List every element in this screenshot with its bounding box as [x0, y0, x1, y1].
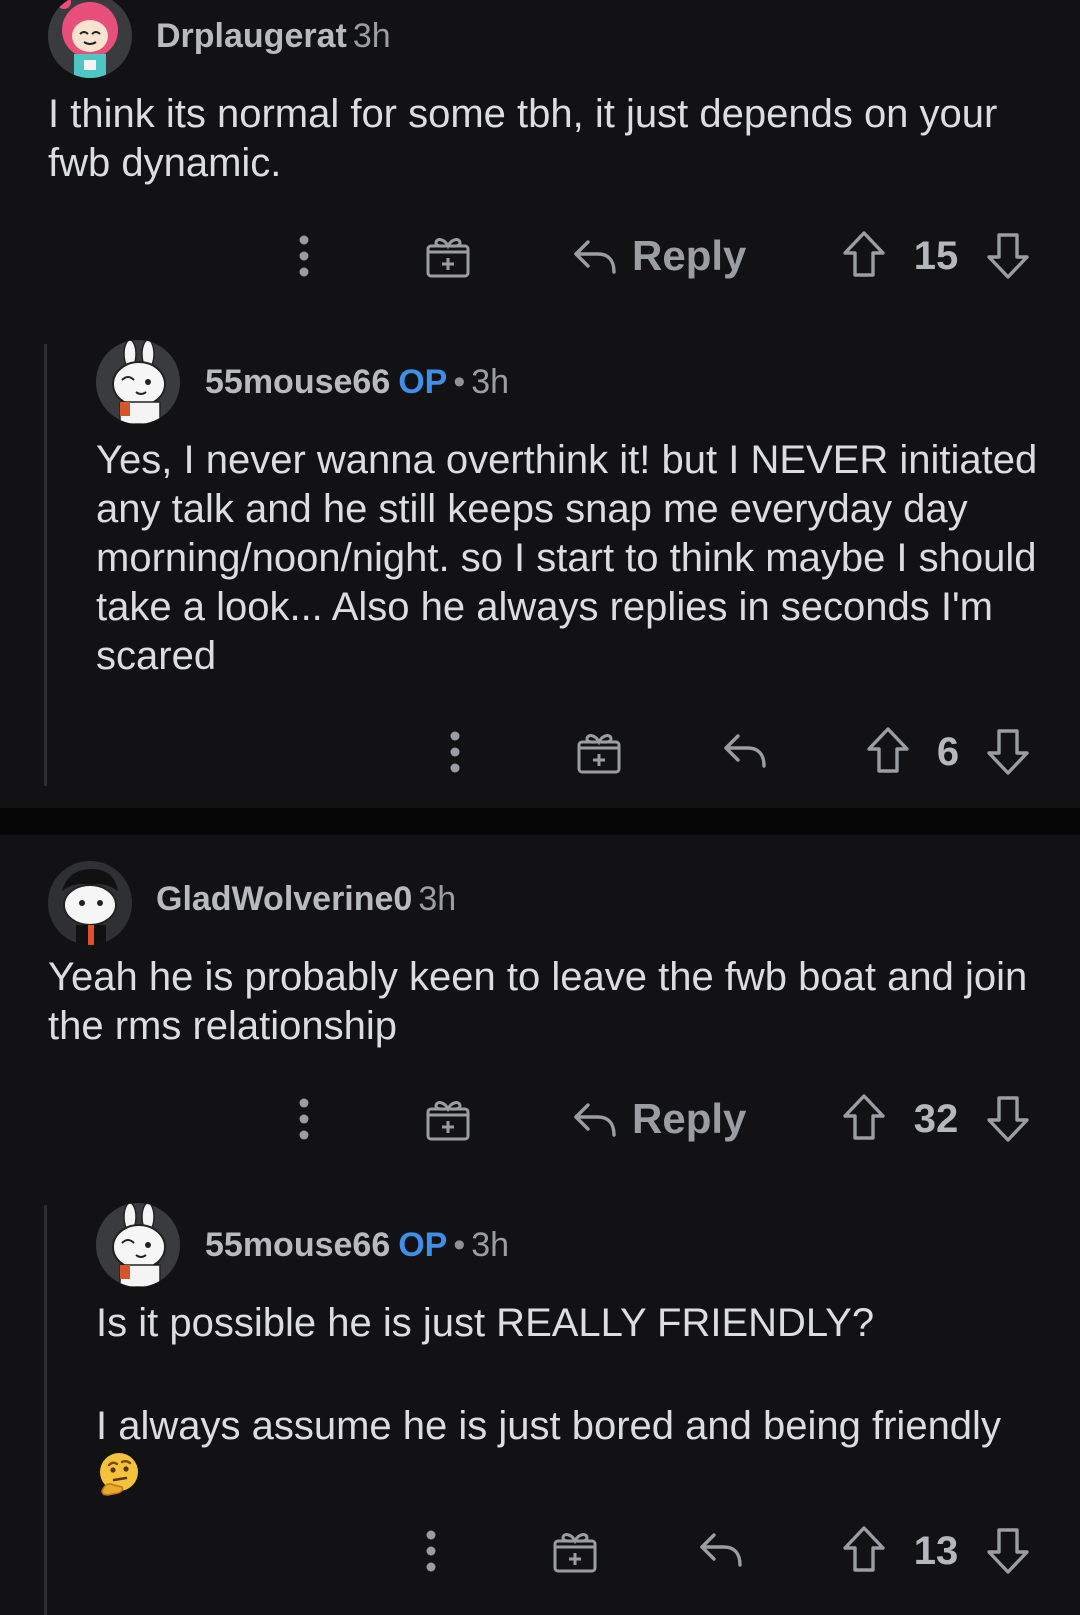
- comment-text: I think its normal for some tbh, it just…: [48, 92, 998, 185]
- thread-separator: [0, 808, 1080, 835]
- bunny-avatar-icon: [96, 1203, 180, 1287]
- upvote-button[interactable]: [842, 230, 886, 278]
- downvote-icon: [986, 728, 1030, 776]
- award-gift-icon: [424, 1095, 472, 1143]
- award-gift-icon: [575, 728, 623, 776]
- reply-arrow-icon: [696, 1529, 744, 1569]
- upvote-icon: [866, 726, 910, 774]
- timestamp: 3h: [418, 880, 457, 918]
- downvote-icon: [986, 1095, 1030, 1143]
- username[interactable]: Drplaugerat: [156, 17, 347, 55]
- upvote-button[interactable]: [842, 1525, 886, 1573]
- comment-meta: Drplaugerat 3h: [156, 16, 391, 56]
- comment-body: I think its normal for some tbh, it just…: [48, 90, 1048, 188]
- more-options-button[interactable]: [449, 730, 461, 774]
- username[interactable]: 55mouse66: [205, 363, 390, 401]
- op-badge: OP: [398, 363, 448, 401]
- comment-actions: Reply 32: [0, 1089, 1080, 1149]
- reply-arrow-icon: [570, 1099, 618, 1139]
- comment-thread: Drplaugerat 3h I think its normal for som…: [0, 0, 1080, 808]
- pink-hair-avatar-icon: [48, 0, 132, 78]
- reply-button[interactable]: Reply: [570, 1095, 746, 1143]
- upvote-icon: [842, 1525, 886, 1573]
- comment-meta: 55mouse66 OP • 3h: [205, 362, 509, 402]
- more-options-icon: [449, 730, 461, 774]
- comment-text: I always assume he is just bored and bei…: [96, 1402, 1046, 1501]
- comment-thread: GladWolverine0 3h Yeah he is probably kee…: [0, 835, 1080, 1615]
- award-button[interactable]: [424, 232, 472, 280]
- dark-hair-avatar-icon: [48, 861, 132, 945]
- vote-count: 6: [936, 730, 960, 774]
- timestamp: 3h: [352, 17, 391, 55]
- comment-text: Yes, I never wanna overthink it! but I N…: [96, 438, 1038, 678]
- reply-label: Reply: [632, 1095, 747, 1142]
- award-gift-icon: [424, 232, 472, 280]
- award-gift-icon: [551, 1527, 599, 1575]
- op-badge: OP: [398, 1226, 448, 1264]
- reply-button[interactable]: [696, 1529, 744, 1569]
- downvote-button[interactable]: [986, 1527, 1030, 1575]
- bunny-avatar-icon: [96, 340, 180, 424]
- upvote-button[interactable]: [842, 1093, 886, 1141]
- avatar[interactable]: [48, 861, 132, 945]
- upvote-button[interactable]: [866, 726, 910, 774]
- timestamp: 3h: [471, 1226, 510, 1264]
- downvote-button[interactable]: [986, 728, 1030, 776]
- upvote-icon: [842, 1093, 886, 1141]
- comment-meta: 55mouse66 OP • 3h: [205, 1225, 509, 1265]
- reply-arrow-icon: [720, 730, 768, 770]
- avatar[interactable]: [96, 340, 180, 424]
- username[interactable]: 55mouse66: [205, 1226, 390, 1264]
- more-options-icon: [298, 234, 310, 278]
- comment-actions: Reply 15: [0, 226, 1080, 286]
- vote-count: 32: [913, 1097, 959, 1141]
- timestamp: 3h: [471, 363, 510, 401]
- comment-body: Is it possible he is just REALLY FRIENDL…: [96, 1299, 1046, 1501]
- more-options-button[interactable]: [425, 1529, 437, 1573]
- comment-text: Is it possible he is just REALLY FRIENDL…: [96, 1301, 875, 1345]
- thread-line[interactable]: [44, 344, 47, 786]
- thinking-face-emoji: [96, 1451, 142, 1497]
- award-button[interactable]: [575, 728, 623, 776]
- comment-text: Yeah he is probably keen to leave the fw…: [48, 955, 1028, 1048]
- downvote-button[interactable]: [986, 1095, 1030, 1143]
- avatar[interactable]: [48, 0, 132, 78]
- reply-label: Reply: [632, 232, 747, 279]
- comment-body: Yes, I never wanna overthink it! but I N…: [96, 436, 1046, 681]
- username[interactable]: GladWolverine0: [156, 880, 412, 918]
- downvote-icon: [986, 232, 1030, 280]
- more-options-button[interactable]: [298, 1097, 310, 1141]
- comment-actions: 13: [0, 1521, 1080, 1581]
- vote-count: 13: [913, 1529, 959, 1573]
- more-options-icon: [298, 1097, 310, 1141]
- upvote-icon: [842, 230, 886, 278]
- more-options-button[interactable]: [298, 234, 310, 278]
- comment-body: Yeah he is probably keen to leave the fw…: [48, 953, 1048, 1051]
- more-options-icon: [425, 1529, 437, 1573]
- meta-separator: •: [453, 363, 466, 401]
- comment-meta: GladWolverine0 3h: [156, 879, 456, 919]
- vote-count: 15: [913, 234, 959, 278]
- reply-arrow-icon: [570, 236, 618, 276]
- award-button[interactable]: [424, 1095, 472, 1143]
- meta-separator: •: [453, 1226, 466, 1264]
- comment-text-line: I always assume he is just bored and bei…: [96, 1404, 1001, 1448]
- avatar[interactable]: [96, 1203, 180, 1287]
- reply-button[interactable]: Reply: [570, 232, 746, 280]
- downvote-icon: [986, 1527, 1030, 1575]
- downvote-button[interactable]: [986, 232, 1030, 280]
- award-button[interactable]: [551, 1527, 599, 1575]
- reply-button[interactable]: [720, 730, 768, 770]
- comment-actions: 6: [0, 722, 1080, 782]
